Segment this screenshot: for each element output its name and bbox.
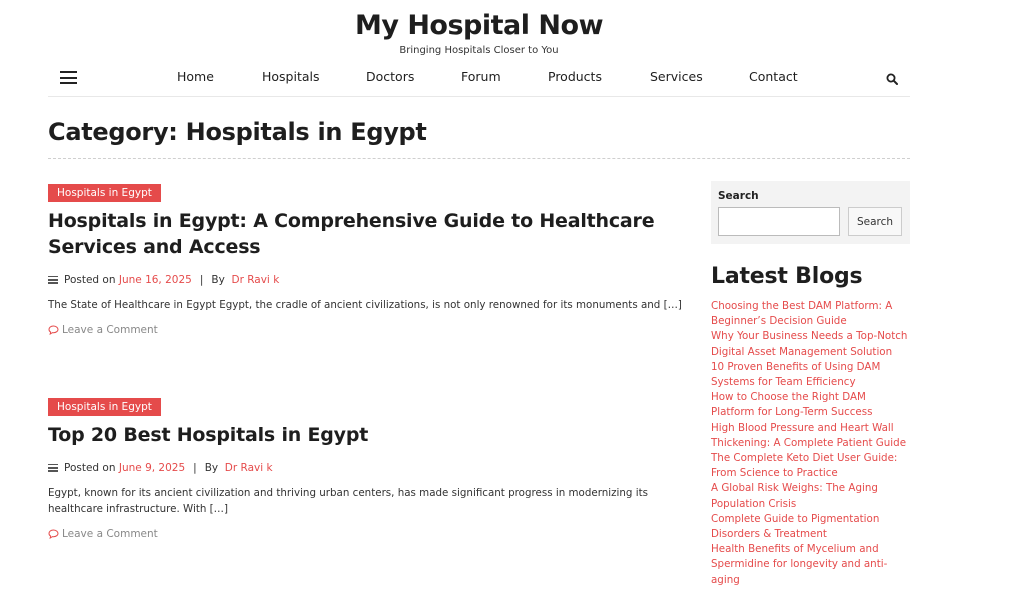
main-navigation: Home Hospitals Doctors Forum Products Se… (48, 60, 910, 97)
post-date[interactable]: June 9, 2025 (119, 462, 185, 474)
search-label: Search (718, 190, 759, 202)
posted-on-label: Posted on (64, 274, 116, 286)
category-badge[interactable]: Hospitals in Egypt (48, 398, 161, 416)
page-title: Category: Hospitals in Egypt (48, 118, 427, 146)
latest-blog-link[interactable]: High Blood Pressure and Heart Wall Thick… (711, 421, 911, 451)
search-button[interactable]: Search (848, 207, 902, 236)
menu-icon (48, 464, 58, 472)
post-card: Hospitals in Egypt Hospitals in Egypt: A… (48, 181, 688, 336)
nav-home[interactable]: Home (177, 69, 214, 84)
leave-comment-link[interactable]: Leave a Comment (48, 324, 688, 336)
meta-separator: | (199, 274, 204, 286)
posted-on-label: Posted on (64, 462, 116, 474)
nav-services[interactable]: Services (650, 69, 703, 84)
comment-icon (48, 529, 59, 539)
meta-separator: | (193, 462, 197, 474)
latest-blogs-heading: Latest Blogs (711, 264, 863, 289)
nav-forum[interactable]: Forum (461, 69, 501, 84)
latest-blog-link[interactable]: A Global Risk Weighs: The Aging Populati… (711, 481, 911, 511)
latest-blog-link[interactable]: Health Benefits of Mycelium and Spermidi… (711, 542, 911, 588)
latest-blog-link[interactable]: The Complete Keto Diet User Guide: From … (711, 451, 911, 481)
post-excerpt: The State of Healthcare in Egypt Egypt, … (48, 299, 682, 311)
comment-icon (48, 325, 59, 335)
nav-contact[interactable]: Contact (749, 69, 798, 84)
comment-label: Leave a Comment (62, 528, 158, 540)
leave-comment-link[interactable]: Leave a Comment (48, 528, 688, 540)
search-icon[interactable] (886, 70, 898, 89)
search-input[interactable] (718, 207, 840, 236)
latest-blogs-list: Choosing the Best DAM Platform: A Beginn… (711, 299, 911, 588)
category-badge[interactable]: Hospitals in Egypt (48, 184, 161, 202)
search-widget: Search Search (711, 181, 910, 244)
by-label: By (204, 462, 219, 474)
nav-products[interactable]: Products (548, 69, 602, 84)
menu-icon (48, 276, 58, 284)
title-divider (48, 158, 910, 159)
site-tagline: Bringing Hospitals Closer to You (399, 45, 559, 56)
latest-blog-link[interactable]: Complete Guide to Pigmentation Disorders… (711, 512, 911, 542)
post-title[interactable]: Hospitals in Egypt: A Comprehensive Guid… (48, 208, 688, 260)
post-meta: Posted on June 16, 2025 | By Dr Ravi k (48, 274, 688, 286)
post-date[interactable]: June 16, 2025 (119, 274, 192, 286)
latest-blog-link[interactable]: Choosing the Best DAM Platform: A Beginn… (711, 299, 911, 329)
post-author[interactable]: Dr Ravi k (225, 462, 273, 474)
site-title[interactable]: My Hospital Now (0, 10, 958, 41)
post-meta: Posted on June 9, 2025 | By Dr Ravi k (48, 462, 688, 474)
latest-blog-link[interactable]: How to Choose the Right DAM Platform for… (711, 390, 911, 420)
by-label: By (211, 274, 225, 286)
post-card: Hospitals in Egypt Top 20 Best Hospitals… (48, 395, 688, 540)
post-excerpt: Egypt, known for its ancient civilizatio… (48, 487, 648, 515)
latest-blog-link[interactable]: 10 Proven Benefits of Using DAM Systems … (711, 360, 911, 390)
post-author[interactable]: Dr Ravi k (231, 274, 279, 286)
comment-label: Leave a Comment (62, 324, 158, 336)
latest-blog-link[interactable]: Why Your Business Needs a Top-Notch Digi… (711, 329, 911, 359)
hamburger-icon[interactable] (60, 71, 77, 84)
nav-hospitals[interactable]: Hospitals (262, 69, 320, 84)
nav-doctors[interactable]: Doctors (366, 69, 414, 84)
post-title[interactable]: Top 20 Best Hospitals in Egypt (48, 422, 688, 448)
